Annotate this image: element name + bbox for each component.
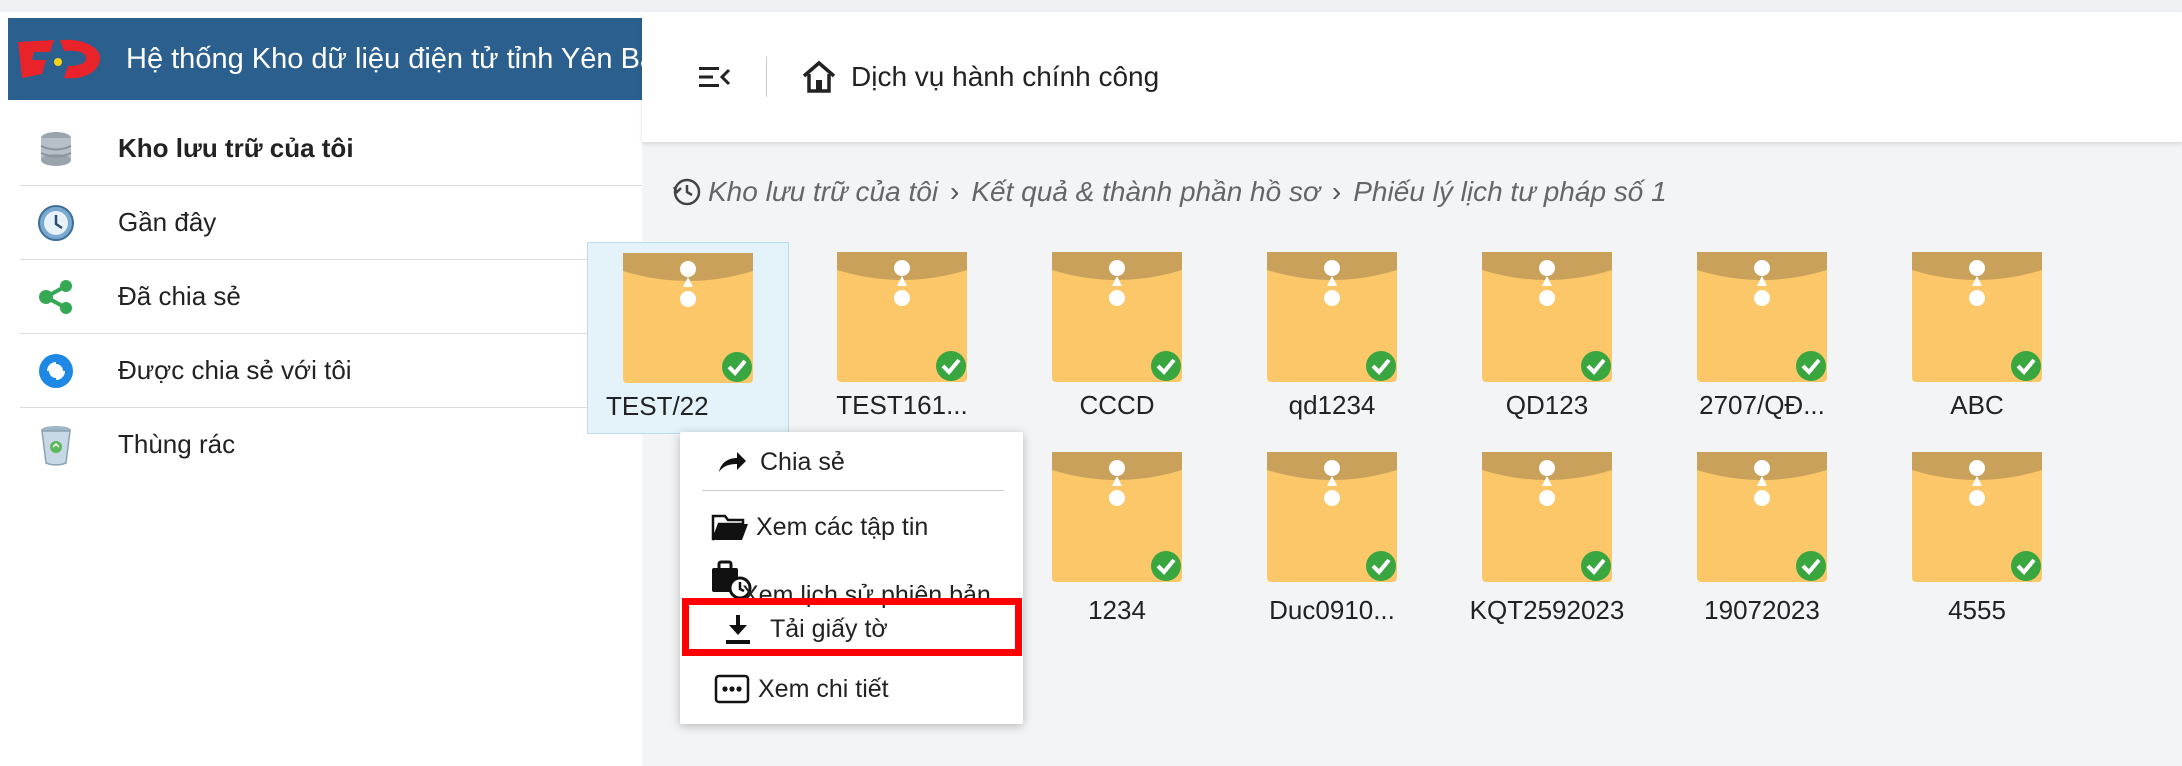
sidebar-item-label: Kho lưu trữ của tôi [118,133,354,163]
folder-name: CCCD [1079,390,1155,420]
folder-envelope-icon [623,253,753,383]
sidebar: Hệ thống Kho dữ liệu điện tử tỉnh Yên Bá… [0,12,663,766]
highlight-box [682,598,1022,656]
sidebar-menu: Kho lưu trữ của tôi Gần đây Đã chia sẻ Đ… [0,112,642,481]
folder-name: TEST/22 [606,391,709,421]
folder-item[interactable]: 1234 [1017,442,1217,625]
breadcrumb-item[interactable]: Kho lưu trữ của tôi [708,176,938,208]
ctx-view-files[interactable]: Xem các tập tin [680,504,1023,550]
sidebar-item-label: Gần đây [118,207,217,237]
folder-envelope-icon [1052,452,1182,582]
folder-name: 19072023 [1704,595,1820,625]
clock-icon [32,199,80,247]
folder-envelope-icon [1482,252,1612,382]
share-icon [32,273,80,321]
folder-name: 1234 [1088,595,1146,625]
sidebar-item-label: Thùng rác [118,429,236,459]
folder-envelope-icon [1697,452,1827,582]
chevron-right-icon: › [950,176,960,207]
chevron-right-icon: › [1331,176,1342,207]
sidebar-item-trash[interactable]: Thùng rác [20,408,642,481]
ctx-label: Xem chi tiết [758,674,889,703]
folder-item[interactable]: TEST161... [802,242,1002,420]
app-header[interactable]: Hệ thống Kho dữ liệu điện tử tỉnh Yên Bá… [8,18,663,100]
folder-envelope-icon [1267,452,1397,582]
sidebar-item-label: Được chia sẻ với tôi [118,355,352,385]
sidebar-item-my-storage[interactable]: Kho lưu trữ của tôi [20,112,642,186]
sidebar-item-label: Đã chia sẻ [118,281,241,311]
logo-icon [14,29,106,89]
folder-name: QD123 [1505,390,1589,420]
app-title: Hệ thống Kho dữ liệu điện tử tỉnh Yên Bá… [126,42,663,75]
breadcrumb: Kho lưu trữ của tôi › Kết quả & thành ph… [672,172,1667,212]
folder-envelope-icon [837,252,967,382]
sidebar-item-shared[interactable]: Đã chia sẻ [20,260,642,334]
sidebar-item-recent[interactable]: Gần đây [20,186,642,260]
folder-item[interactable]: TEST/22 [587,242,789,434]
folder-envelope-icon [1697,252,1827,382]
ctx-share[interactable]: Chia sẻ [680,440,1023,484]
folder-name: ABC [1950,390,2004,420]
folder-item[interactable]: qd1234 [1232,242,1432,420]
folder-name: TEST161... [836,390,968,420]
folder-envelope-icon [1267,252,1397,382]
trash-icon [32,421,80,469]
folder-item[interactable]: CCCD [1017,242,1217,420]
folder-envelope-icon [1912,452,2042,582]
share-arrow-icon [710,450,754,474]
header-title[interactable]: Dịch vụ hành chính công [851,61,1159,93]
folder-name: KQT2592023 [1469,595,1625,625]
folder-item[interactable]: 2707/QĐ... [1662,242,1862,420]
folder-item[interactable]: KQT2592023 [1447,442,1647,625]
menu-toggle-icon[interactable] [694,57,734,97]
folder-envelope-icon [1052,252,1182,382]
top-strip [0,0,2182,12]
ctx-view-details[interactable]: Xem chi tiết [680,664,1023,714]
folder-item[interactable]: 4555 [1877,442,2077,625]
breadcrumb-item[interactable]: Kết quả & thành phần hồ sơ [971,176,1320,208]
context-menu: Chia sẻ Xem các tập tin Xem lịch sử phiê… [680,432,1023,724]
folder-item[interactable]: ABC [1877,242,2077,420]
database-icon [32,125,80,173]
details-icon [710,673,754,705]
folder-item[interactable]: QD123 [1447,242,1647,420]
ctx-divider [702,490,1004,491]
folder-open-icon [708,512,752,542]
folder-name: 4555 [1948,595,2006,625]
folder-name: 2707/QĐ... [1699,390,1825,420]
history-clock-icon [672,177,702,207]
ctx-label: Chia sẻ [760,447,845,476]
folder-envelope-icon [1912,252,2042,382]
shared-with-me-icon [32,347,80,395]
breadcrumb-item-current: Phiếu lý lịch tư pháp số 1 [1353,176,1667,207]
folder-item[interactable]: Duc0910... [1232,442,1432,625]
folder-name: qd1234 [1288,390,1376,420]
sidebar-item-shared-with-me[interactable]: Được chia sẻ với tôi [20,334,642,408]
top-header: Dịch vụ hành chính công [642,12,2182,142]
ctx-label: Xem các tập tin [756,512,929,541]
folder-name: Duc0910... [1269,595,1395,625]
folder-envelope-icon [1482,452,1612,582]
header-divider [766,57,767,97]
folder-item[interactable]: 19072023 [1662,442,1862,625]
home-icon[interactable] [801,57,841,97]
